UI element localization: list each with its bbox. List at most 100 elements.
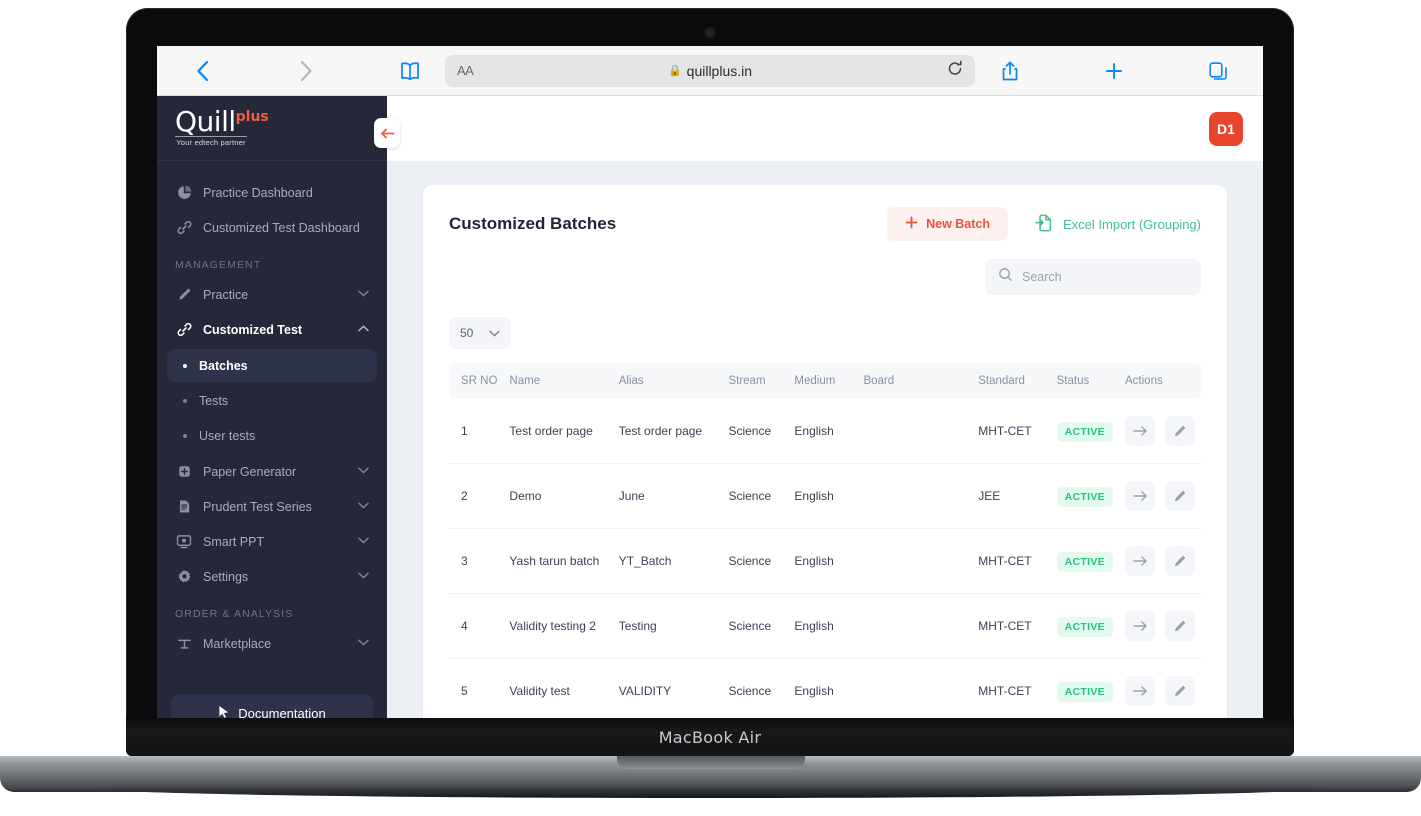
page-title: Customized Batches — [449, 214, 617, 233]
cell-stream: Science — [722, 593, 789, 659]
row-actions — [1125, 416, 1195, 446]
go-to-batch-button[interactable] — [1125, 676, 1155, 706]
cell-status: ACTIVE — [1050, 399, 1119, 464]
sidebar-item-settings[interactable]: Settings — [167, 559, 377, 594]
sidebar-item-label: Customized Test — [203, 322, 303, 337]
share-icon[interactable] — [987, 60, 1033, 82]
cell-medium: English — [788, 463, 858, 529]
address-bar-url: quillplus.in — [686, 62, 753, 79]
browser-toolbar: AA 🔒 quillplus.in — [157, 46, 1263, 96]
cell-alias: VALIDITY — [612, 658, 723, 724]
column-header-stream[interactable]: Stream — [722, 363, 789, 399]
cell-sr: 3 — [449, 528, 504, 594]
cell-name: Test order page — [503, 399, 613, 464]
sidebar-item-label: Smart PPT — [203, 534, 265, 549]
column-header-standard[interactable]: Standard — [972, 363, 1051, 399]
search-box[interactable] — [985, 259, 1201, 295]
webcam-icon — [706, 29, 714, 36]
cell-status: ACTIVE — [1050, 463, 1119, 529]
excel-import-button[interactable]: Excel Import (Grouping) — [1034, 213, 1201, 236]
bullet-dot-icon — [183, 363, 187, 368]
sidebar-item-paper-generator[interactable]: Paper Generator — [167, 454, 377, 489]
brand-logo[interactable]: Quill plus Your edtech partner — [157, 96, 387, 161]
excel-import-label: Excel Import (Grouping) — [1063, 216, 1201, 232]
bookmarks-sidebar-icon[interactable] — [387, 61, 433, 81]
search-input[interactable] — [1022, 270, 1188, 284]
page-length-value: 50 — [460, 326, 474, 340]
file-plus-icon — [175, 464, 193, 479]
sidebar-item-label: Settings — [203, 569, 249, 584]
table-row[interactable]: 4 Validity testing 2 Testing Science Eng… — [449, 593, 1201, 659]
sidebar-item-smart-ppt[interactable]: Smart PPT — [167, 524, 377, 559]
brand-tagline: Your edtech partner — [175, 136, 247, 148]
brand-name: Quill — [175, 104, 236, 138]
table-row[interactable]: 2 Demo June Science English JEE ACTIVE — [449, 463, 1201, 529]
sidebar-subitem-batches[interactable]: Batches — [167, 349, 377, 382]
cell-alias: Test order page — [612, 399, 723, 464]
cell-board — [857, 528, 973, 594]
cell-status: ACTIVE — [1050, 658, 1119, 724]
reload-icon[interactable] — [947, 60, 963, 81]
address-bar[interactable]: AA 🔒 quillplus.in — [445, 54, 975, 87]
sidebar-subitem-tests[interactable]: Tests — [167, 384, 377, 417]
edit-batch-button[interactable] — [1165, 481, 1195, 511]
cell-name: Validity testing 2 — [503, 593, 613, 659]
edit-batch-button[interactable] — [1165, 676, 1195, 706]
chevron-down-icon — [358, 571, 369, 582]
new-batch-label: New Batch — [926, 217, 990, 231]
column-header-board[interactable]: Board — [857, 363, 973, 399]
table-row[interactable]: 1 Test order page Test order page Scienc… — [449, 399, 1201, 464]
page-content: Customized Batches New Batch Excel Impor… — [387, 161, 1263, 748]
cell-name: Validity test — [503, 658, 613, 724]
sidebar-subitem-user-tests[interactable]: User tests — [167, 419, 377, 452]
sidebar-item-label: Paper Generator — [203, 464, 297, 479]
sidebar-collapse-arrow-left-icon[interactable] — [374, 118, 400, 148]
column-header-alias[interactable]: Alias — [612, 363, 723, 399]
browser-back-button[interactable] — [179, 60, 225, 82]
go-to-batch-button[interactable] — [1125, 611, 1155, 641]
table-row[interactable]: 5 Validity test VALIDITY Science English… — [449, 658, 1201, 724]
column-header-medium[interactable]: Medium — [788, 363, 858, 399]
avatar[interactable]: D1 — [1209, 111, 1243, 146]
edit-batch-button[interactable] — [1165, 416, 1195, 446]
sidebar-nav-scroll[interactable]: Practice Dashboard Customized Test Dashb… — [157, 161, 387, 684]
web-application: Quill plus Your edtech partner Practice … — [157, 96, 1263, 748]
table-row[interactable]: 3 Yash tarun batch YT_Batch Science Engl… — [449, 528, 1201, 594]
table-header-row: SR NO Name Alias Stream Medium Board Sta… — [449, 363, 1201, 399]
status-badge: ACTIVE — [1056, 487, 1113, 507]
cell-alias: Testing — [612, 593, 723, 659]
go-to-batch-button[interactable] — [1125, 546, 1155, 576]
column-header-name[interactable]: Name — [503, 363, 613, 399]
cell-name: Demo — [503, 463, 613, 529]
sidebar-item-prudent-test-series[interactable]: Prudent Test Series — [167, 489, 377, 524]
sidebar-item-label: Prudent Test Series — [203, 499, 312, 514]
tab-overview-icon[interactable] — [1195, 61, 1241, 81]
table-body: 1 Test order page Test order page Scienc… — [449, 399, 1201, 748]
chevron-down-icon — [358, 289, 369, 300]
sidebar-item-practice-dashboard[interactable]: Practice Dashboard — [167, 175, 377, 210]
go-to-batch-button[interactable] — [1125, 481, 1155, 511]
column-header-actions: Actions — [1119, 363, 1201, 399]
page-length-select[interactable]: 50 — [449, 317, 511, 349]
sidebar-item-label: Practice — [203, 287, 249, 302]
cell-stream: Science — [722, 463, 789, 529]
go-to-batch-button[interactable] — [1125, 416, 1155, 446]
sidebar-item-customized-test-dashboard[interactable]: Customized Test Dashboard — [167, 210, 377, 245]
edit-batch-button[interactable] — [1165, 611, 1195, 641]
column-header-sr-no[interactable]: SR NO — [449, 363, 504, 399]
new-tab-plus-icon[interactable] — [1091, 61, 1137, 81]
edit-batch-button[interactable] — [1165, 546, 1195, 576]
pencil-icon — [175, 287, 193, 302]
column-header-status[interactable]: Status — [1050, 363, 1119, 399]
sidebar-item-customized-test[interactable]: Customized Test — [167, 312, 377, 347]
new-batch-button[interactable]: New Batch — [887, 207, 1008, 241]
cell-name: Yash tarun batch — [503, 528, 613, 594]
sidebar-item-practice[interactable]: Practice — [167, 277, 377, 312]
status-badge: ACTIVE — [1056, 682, 1113, 702]
screenshot-stage: AA 🔒 quillplus.in Quill plus Your edtech… — [0, 0, 1421, 816]
search-icon — [998, 267, 1013, 287]
browser-forward-button[interactable] — [283, 60, 329, 82]
link-icon — [175, 220, 193, 235]
sidebar-subitem-label: Tests — [199, 393, 229, 408]
sidebar-item-marketplace[interactable]: Marketplace — [167, 626, 377, 661]
